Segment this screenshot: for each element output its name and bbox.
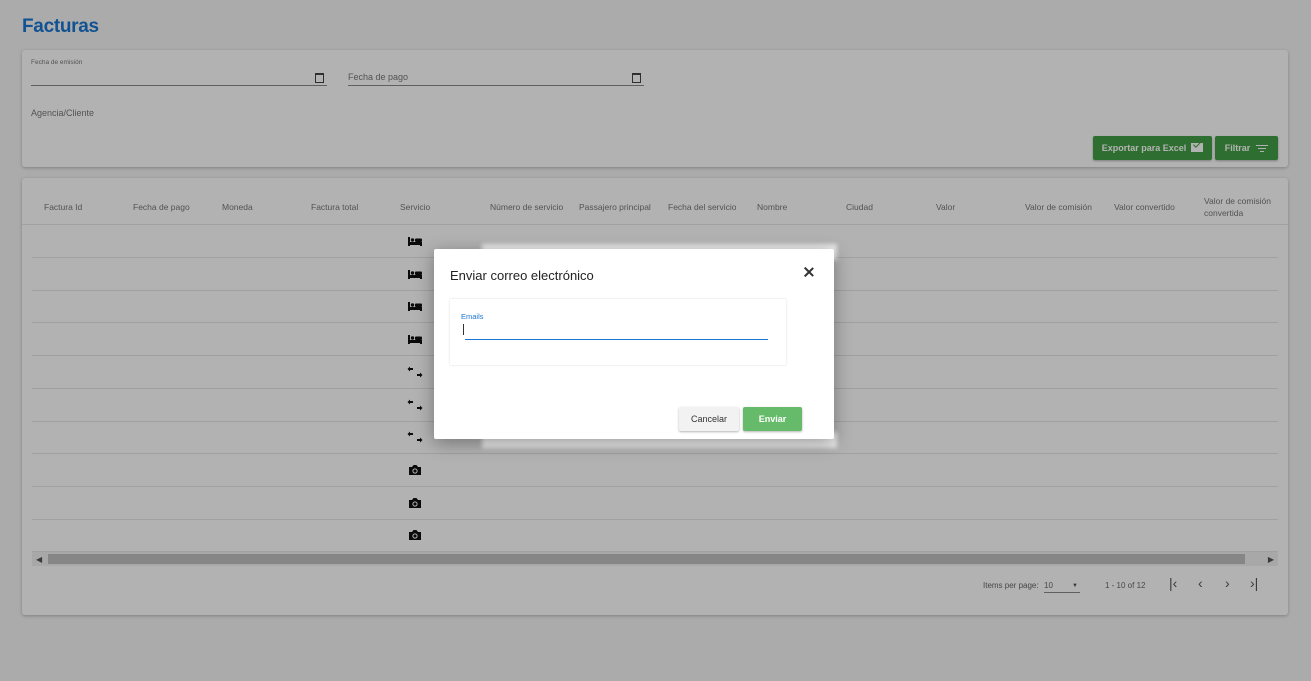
dialog-title: Enviar correo electrónico [450,268,594,283]
emails-label: Emails [461,312,484,321]
text-caret [463,324,464,335]
emails-input[interactable] [465,322,768,340]
cancel-button[interactable]: Cancelar [679,407,739,431]
send-email-dialog: Enviar correo electrónico Emails Cancela… [434,249,834,439]
send-button[interactable]: Enviar [743,407,802,431]
emails-panel: Emails [450,299,786,365]
close-icon[interactable] [802,265,816,279]
